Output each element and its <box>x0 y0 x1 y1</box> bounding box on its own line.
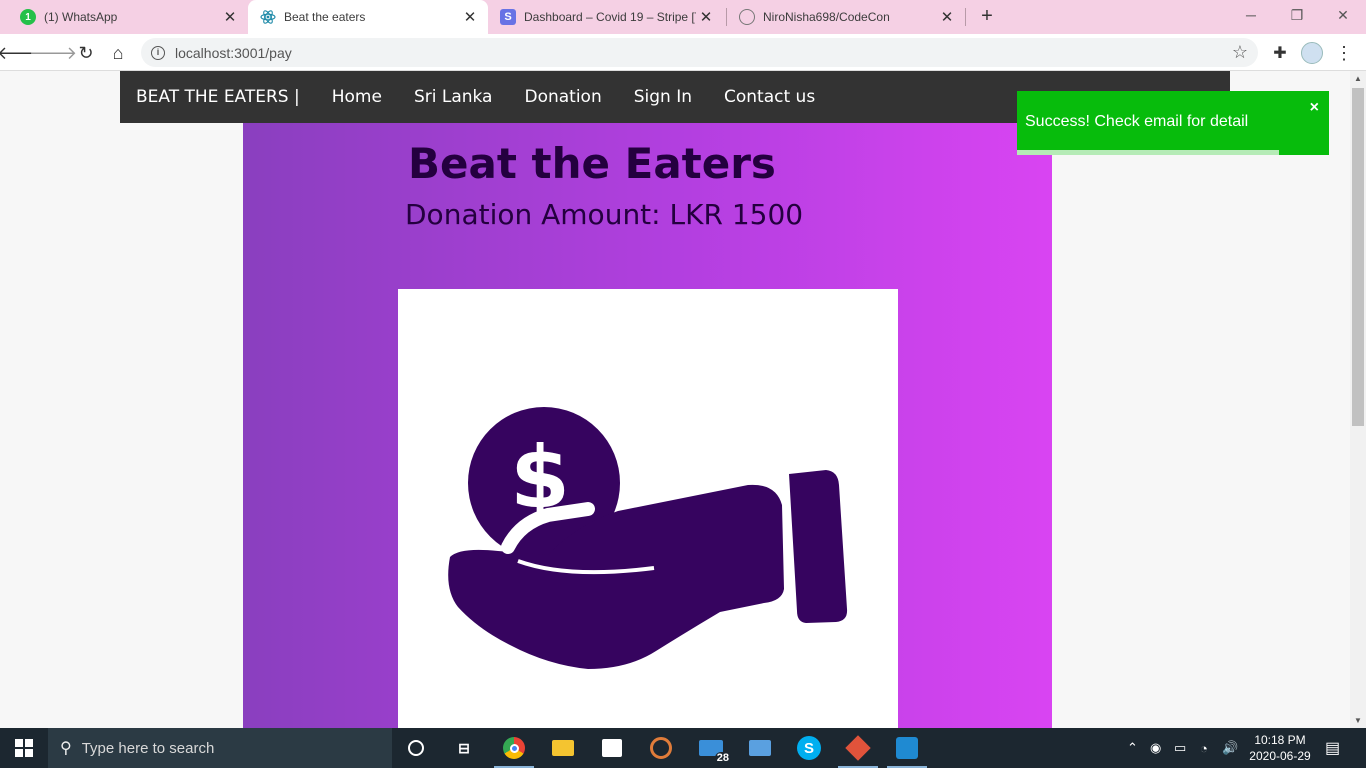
info-icon[interactable]: i <box>151 45 165 60</box>
scrollbar-thumb[interactable] <box>1352 88 1364 426</box>
site-brand[interactable]: BEAT THE EATERS | <box>136 87 300 107</box>
search-icon: ⚲ <box>60 740 72 757</box>
success-toast[interactable]: Success! Check email for detail × <box>1017 91 1329 155</box>
minimize-button[interactable]: ─ <box>1228 0 1274 30</box>
vscode-icon[interactable] <box>887 734 927 768</box>
nav-link-donation[interactable]: Donation <box>524 87 601 107</box>
wifi-icon[interactable]: ◔ <box>1200 728 1208 768</box>
github-icon <box>739 9 755 25</box>
battery-icon[interactable]: ▭ <box>1174 728 1186 768</box>
tab-label: (1) WhatsApp <box>44 10 118 24</box>
cortana-icon[interactable] <box>402 734 430 762</box>
tray-chevron-icon[interactable]: ⌃ <box>1127 728 1138 768</box>
clock-time: 10:18 PM <box>1254 733 1306 747</box>
tab-beat-the-eaters[interactable]: Beat the eaters ✕ <box>248 0 488 34</box>
system-clock[interactable]: 10:18 PM 2020-06-29 <box>1246 732 1314 764</box>
scroll-down-arrow-icon[interactable]: ▼ <box>1354 716 1362 725</box>
security-tray-icon[interactable]: ◉ <box>1150 728 1161 768</box>
donation-amount: Donation Amount: LKR 1500 <box>405 198 804 231</box>
notification-center-icon[interactable]: ▤ <box>1325 728 1340 768</box>
react-icon <box>260 9 276 25</box>
menu-kebab-icon[interactable]: ⋮ <box>1331 40 1357 66</box>
donation-hero: Beat the Eaters Donation Amount: LKR 150… <box>243 123 1052 728</box>
windows-taskbar: ⚲ Type here to search ⊟ 28 S ⌃ ◉ ▭ ◔ 🔊 1… <box>0 728 1366 768</box>
tab-label: Dashboard – Covid 19 – Stripe [Te <box>524 10 696 24</box>
address-bar[interactable]: i localhost:3001/pay ☆ <box>141 38 1258 67</box>
start-button[interactable] <box>0 728 48 768</box>
taskbar-search[interactable]: ⚲ Type here to search <box>48 728 392 768</box>
close-window-button[interactable]: ✕ <box>1320 0 1366 30</box>
mail-badge: 28 <box>714 752 731 764</box>
remote-desktop-icon[interactable] <box>746 734 774 762</box>
browser-toolbar: 🡐 🡒 ↻ ⌂ i localhost:3001/pay ☆ ✚ ⋮ <box>0 34 1366 71</box>
media-player-icon[interactable] <box>647 734 675 762</box>
forward-button[interactable]: 🡒 <box>29 40 77 66</box>
nav-link-sri-lanka[interactable]: Sri Lanka <box>414 87 493 107</box>
tab-label: Beat the eaters <box>284 10 366 24</box>
nav-link-sign-in[interactable]: Sign In <box>634 87 692 107</box>
windows-logo-icon <box>15 739 33 757</box>
tab-divider <box>965 8 966 26</box>
page-scrollbar[interactable]: ▲ ▼ <box>1350 71 1366 728</box>
toast-message: Success! Check email for detail <box>1025 113 1249 130</box>
tab-label: NiroNisha698/CodeCon <box>763 10 890 24</box>
close-icon[interactable]: ✕ <box>696 7 716 27</box>
task-view-icon[interactable]: ⊟ <box>450 734 478 762</box>
tab-github[interactable]: NiroNisha698/CodeCon ✕ <box>727 0 965 34</box>
svg-text:$: $ <box>510 428 570 528</box>
skype-icon[interactable]: S <box>795 734 823 762</box>
home-button[interactable]: ⌂ <box>105 40 131 66</box>
close-icon[interactable]: ✕ <box>937 7 957 27</box>
browser-tab-strip: 1 (1) WhatsApp ✕ Beat the eaters ✕ S Das… <box>0 0 1366 34</box>
chrome-icon[interactable] <box>494 734 534 768</box>
tab-stripe-dashboard[interactable]: S Dashboard – Covid 19 – Stripe [Te ✕ <box>488 0 724 34</box>
url-text[interactable]: localhost:3001/pay <box>175 45 292 61</box>
search-placeholder: Type here to search <box>81 739 215 757</box>
toast-progress-bar <box>1017 150 1280 155</box>
new-tab-button[interactable]: + <box>976 5 998 27</box>
restore-button[interactable]: ❐ <box>1274 0 1320 30</box>
scroll-up-arrow-icon[interactable]: ▲ <box>1354 74 1362 83</box>
reload-button[interactable]: ↻ <box>73 40 99 66</box>
donation-image: $ <box>398 289 898 728</box>
hand-holding-dollar-icon: $ <box>448 407 848 669</box>
page-content: BEAT THE EATERS | Home Sri Lanka Donatio… <box>0 71 1350 728</box>
mail-icon[interactable]: 28 <box>697 734 731 764</box>
nav-link-home[interactable]: Home <box>332 87 382 107</box>
tab-whatsapp[interactable]: 1 (1) WhatsApp ✕ <box>8 0 248 34</box>
clock-date: 2020-06-29 <box>1249 749 1311 763</box>
volume-icon[interactable]: 🔊 <box>1222 728 1238 768</box>
nav-link-contact-us[interactable]: Contact us <box>724 87 815 107</box>
bookmark-star-icon[interactable]: ☆ <box>1232 42 1248 63</box>
close-icon[interactable]: ✕ <box>460 7 480 27</box>
stripe-icon: S <box>500 9 516 25</box>
page-title: Beat the Eaters <box>408 139 776 188</box>
microsoft-store-icon[interactable] <box>598 734 626 762</box>
avatar[interactable] <box>1299 40 1325 66</box>
close-icon[interactable]: ✕ <box>220 7 240 27</box>
close-icon[interactable]: × <box>1310 99 1319 117</box>
git-tool-icon[interactable] <box>838 734 878 768</box>
extensions-puzzle-icon[interactable]: ✚ <box>1267 40 1293 66</box>
whatsapp-icon: 1 <box>20 9 36 25</box>
file-explorer-icon[interactable] <box>549 734 577 762</box>
